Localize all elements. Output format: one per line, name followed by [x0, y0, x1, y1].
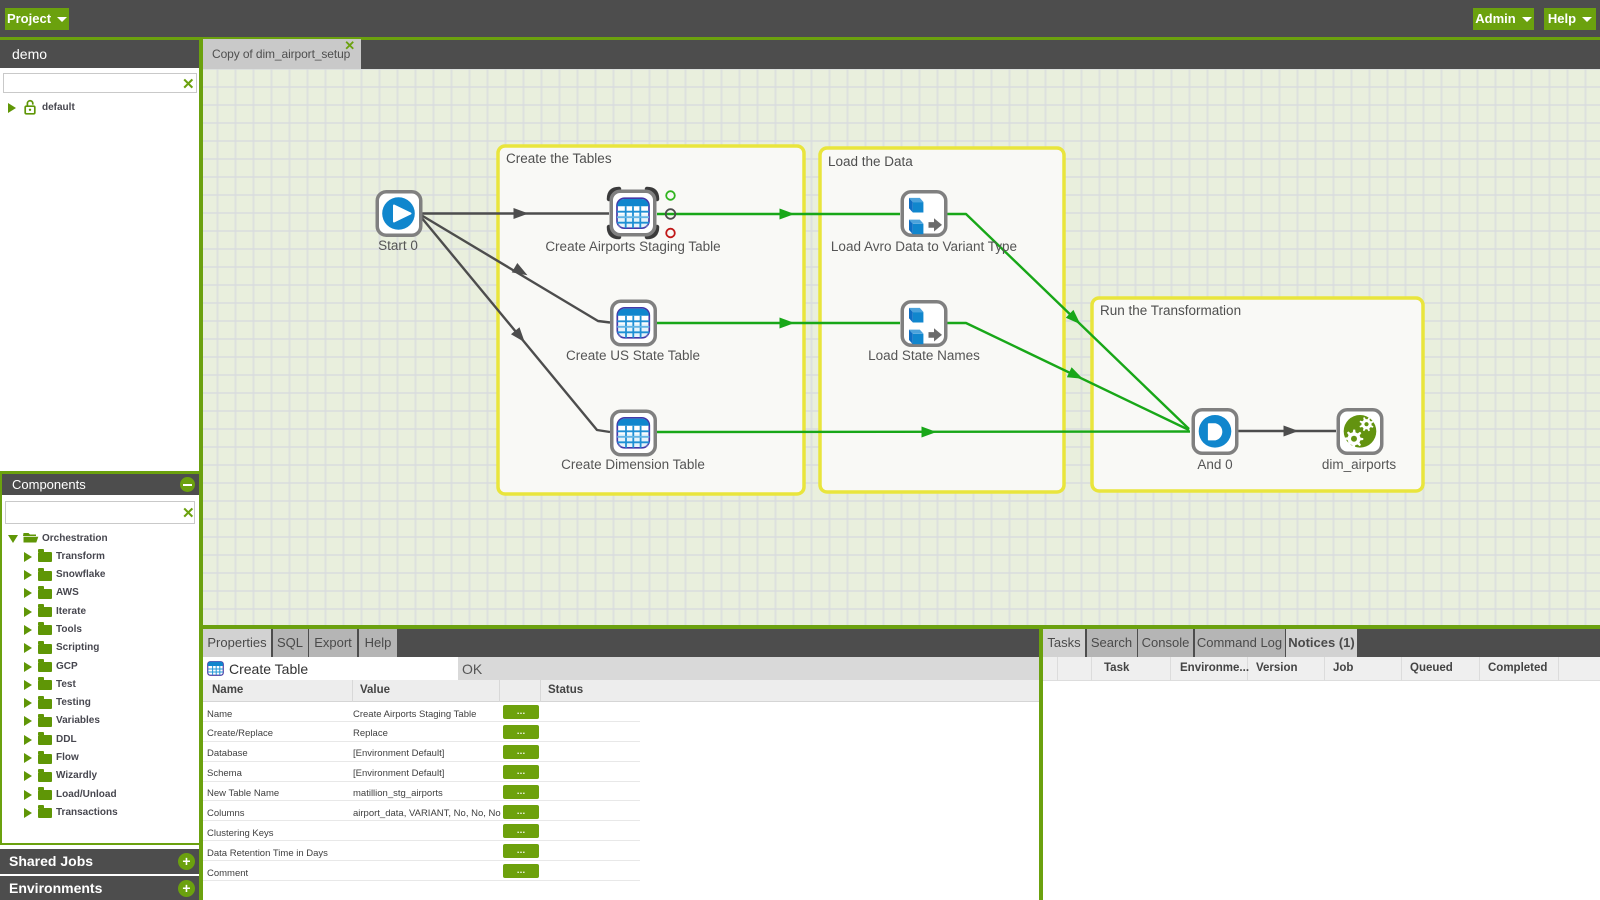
- svg-text:Load the Data: Load the Data: [828, 154, 913, 169]
- svg-text:dim_airports: dim_airports: [1322, 457, 1397, 472]
- svg-text:Load Avro Data to Variant Type: Load Avro Data to Variant Type: [831, 239, 1017, 254]
- svg-text:And 0: And 0: [1197, 457, 1232, 472]
- svg-text:Start 0: Start 0: [378, 238, 418, 253]
- svg-text:Create the Tables: Create the Tables: [506, 151, 612, 166]
- svg-text:Create Airports Staging Table: Create Airports Staging Table: [545, 239, 720, 254]
- svg-text:Run the Transformation: Run the Transformation: [1100, 303, 1241, 318]
- svg-text:Create Dimension Table: Create Dimension Table: [561, 457, 705, 472]
- svg-text:Create US State Table: Create US State Table: [566, 348, 700, 363]
- svg-text:Load State Names: Load State Names: [868, 348, 980, 363]
